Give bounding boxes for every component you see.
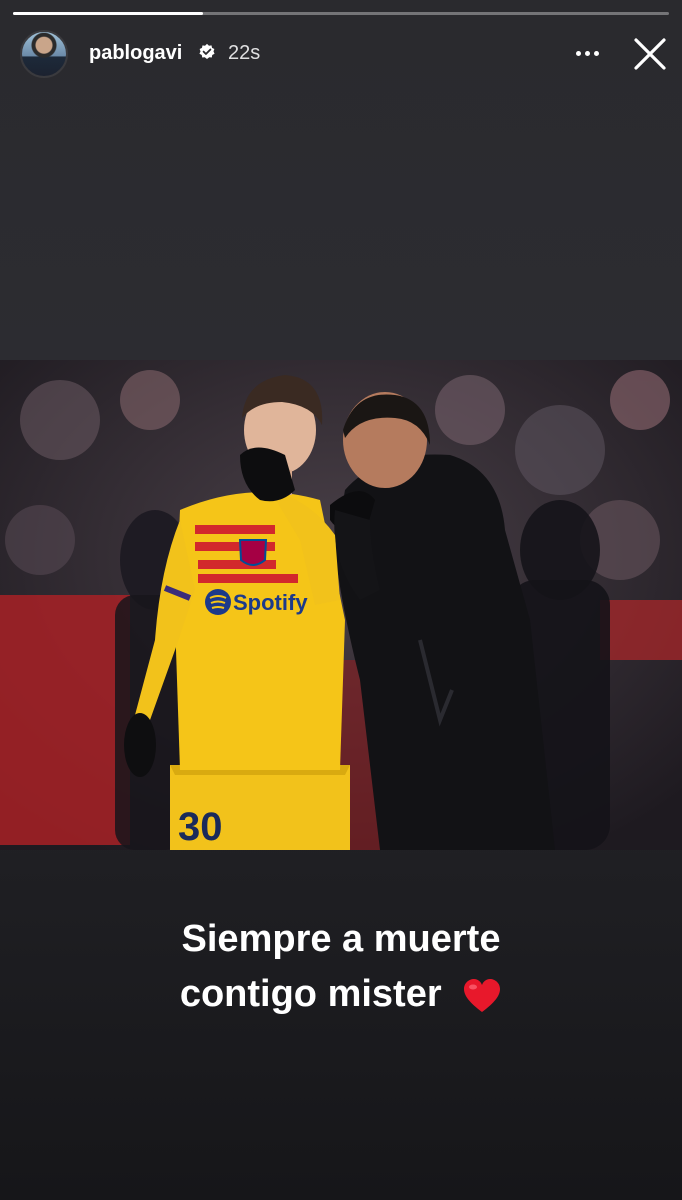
story-header: pablogavi 22s	[0, 26, 682, 82]
jersey-number: 30	[178, 805, 223, 849]
heart-icon	[464, 978, 501, 1012]
red-board-left	[0, 595, 130, 845]
verified-badge-icon	[199, 43, 215, 60]
close-icon[interactable]	[630, 34, 670, 74]
red-board-right	[600, 600, 682, 660]
avatar[interactable]	[20, 30, 68, 78]
story-caption: Siempre a muerte contigo mister	[0, 912, 682, 1022]
more-options-icon	[575, 50, 599, 56]
caption-line-1: Siempre a muerte	[181, 918, 501, 960]
caption-line-2: contigo mister	[179, 973, 442, 1015]
story-photo: Spotify 30	[0, 360, 682, 850]
sponsor-text: Spotify	[233, 590, 308, 615]
story-progress-fill	[13, 12, 204, 15]
more-options-button[interactable]	[570, 38, 604, 68]
username[interactable]: pablogavi	[89, 42, 182, 65]
story-progress-bar	[13, 12, 669, 15]
timestamp: 22s	[228, 42, 261, 64]
